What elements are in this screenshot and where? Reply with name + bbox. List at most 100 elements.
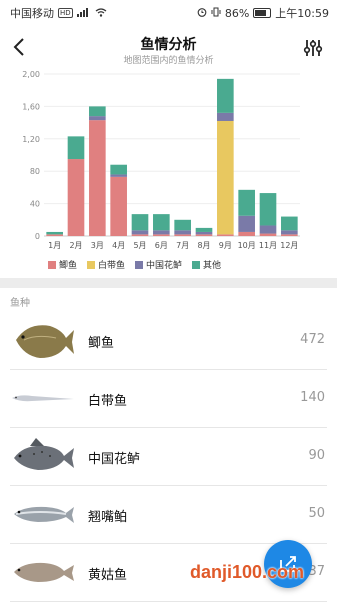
bar-segment [281,230,298,235]
legend-swatch [48,260,56,269]
x-tick-label: 8月 [197,241,210,250]
sliders-icon [303,40,323,56]
wifi-icon [95,7,107,20]
bar-segment [195,231,213,235]
hd-badge: HD [58,8,73,18]
fish-name: 中国花鲈 [88,452,141,467]
bar-segment [67,159,85,236]
legend-item: 鲫鱼 [48,258,77,271]
x-tick-label: 11月 [259,241,277,250]
fish-name: 鲫鱼 [88,336,115,351]
bar-segment [89,120,106,236]
clock: 上午10:59 [275,7,329,20]
bar-segment [153,230,170,235]
bar-segment [259,225,277,234]
croaker-image [14,562,74,582]
bar-segment [174,230,191,235]
bar-segment [67,136,85,160]
bar-segment [110,176,127,236]
bar-segment [89,106,106,117]
crucian-carp-image [16,325,74,358]
stacked-bar-chart: 0 40 80 1,20 1,60 2,00 1月 2月 3月 4月 5月 6月 7月 8月 9月 10月 11… [0,66,337,276]
fish-name: 翘嘴鲌 [88,510,128,525]
legend-item: 其他 [192,258,221,271]
alarm-icon [197,7,207,20]
fish-name: 黄姑鱼 [88,568,128,583]
y-tick-label: 1,60 [22,102,40,111]
bar-segment [217,234,234,236]
fish-count: 50 [308,506,325,521]
battery-percent: 86% [224,6,250,20]
bar-segment [195,227,213,232]
bar-segment [46,234,63,236]
bar-segment [281,216,298,231]
page-subtitle: 地图范围内的鱼情分析 [123,56,214,66]
bar-segment [217,78,234,113]
bar-segment [110,174,127,177]
x-tick-label: 3月 [91,241,104,250]
section-label: 鱼种 [10,298,30,309]
bar-segment [153,214,170,231]
fish-row-sea-bass[interactable]: 中国花鲈 90 [10,428,327,486]
legend-swatch [192,260,201,269]
legend-swatch [135,260,144,269]
filter-button[interactable] [303,38,323,58]
bar-segment [89,116,106,121]
bar-segment [238,189,255,216]
fish-name: 白带鱼 [88,394,128,409]
signal-icon [76,7,91,20]
fish-row-hairtail[interactable]: 白带鱼 140 [10,370,327,428]
x-tick-label: 7月 [176,241,189,250]
bar-segment [131,214,149,231]
bar-segment [259,193,277,226]
chart-svg: 0 40 80 1,20 1,60 2,00 1月 2月 3月 4月 5月 6月 7月 8月 9月 10月 11… [22,70,300,250]
fish-row-topmouth-culter[interactable]: 翘嘴鲌 50 [10,486,327,544]
legend-label: 白带鱼 [98,261,126,271]
legend-label: 鲫鱼 [59,261,78,271]
fish-count: 472 [300,332,325,347]
bar-segment [153,234,170,236]
fish-count: 140 [300,390,325,405]
section-divider [0,278,337,288]
bar-segment [238,231,255,236]
legend-swatch [87,260,96,269]
bar-segment [174,234,191,236]
bar-segment [174,219,191,231]
x-tick-label: 4月 [112,241,125,250]
bar-segment [259,233,277,236]
bar-segment [217,120,234,235]
status-bar: 中国移动 HD 86% 上午10:59 [0,0,337,24]
bar-segment [131,234,149,236]
fish-count: 90 [308,448,325,463]
carrier-label: 中国移动 [10,7,54,20]
hairtail-image [12,395,74,402]
legend-item: 白带鱼 [87,258,125,271]
header: 鱼情分析 地图范围内的鱼情分析 [0,26,337,70]
bar-segment [46,231,63,235]
sea-bass-image [14,438,74,470]
y-tick-label: 2,00 [22,70,40,79]
x-tick-label: 1月 [48,241,61,250]
bar-segment [195,234,213,236]
y-tick-label: 1,20 [22,135,40,144]
chart-legend: 鲫鱼 白带鱼 中国花鲈 其他 [48,258,221,271]
y-tick-label: 0 [35,232,40,241]
x-tick-label: 9月 [219,241,232,250]
topmouth-culter-image [14,506,74,523]
fish-row-crucian-carp[interactable]: 鲫鱼 472 [10,312,327,370]
bar-segment [217,112,234,121]
y-tick-label: 80 [30,167,40,176]
x-tick-label: 10月 [238,241,256,250]
vibrate-icon [211,7,221,20]
battery-icon [253,8,272,18]
bar-segment [281,234,298,236]
x-tick-label: 5月 [133,241,146,250]
page-title: 鱼情分析 [140,37,197,53]
legend-label: 中国花鲈 [146,261,183,271]
x-tick-label: 6月 [155,241,168,250]
legend-label: 其他 [203,261,222,271]
legend-item: 中国花鲈 [135,258,182,271]
bar-segment [110,164,127,175]
watermark-logo: danji100.com [190,562,305,582]
x-tick-label: 2月 [69,241,82,250]
